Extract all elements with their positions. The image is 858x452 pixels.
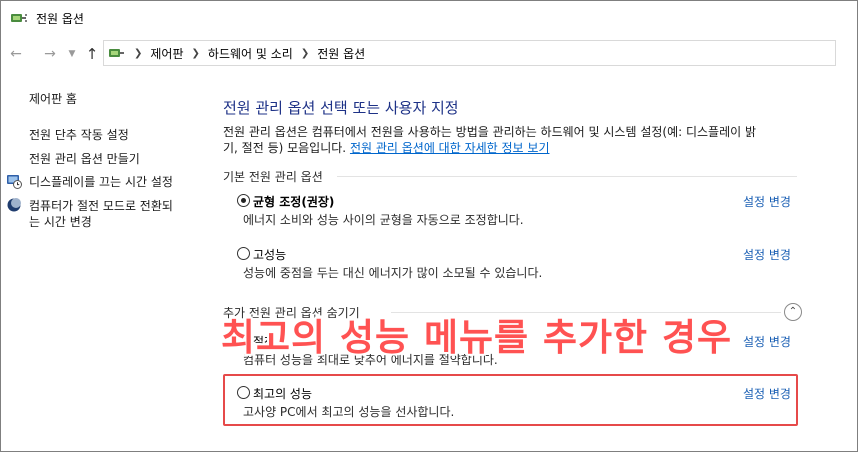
forward-arrow-icon[interactable]: → bbox=[41, 45, 59, 63]
overlay-caption: 최고의 성능 메뉴를 추가한 경우 bbox=[221, 316, 733, 359]
breadcrumb-control-panel[interactable]: 제어판 bbox=[150, 45, 183, 62]
plan-high-performance-name[interactable]: 고성능 bbox=[253, 246, 286, 263]
plan-high-performance-change-settings-link[interactable]: 설정 변경 bbox=[743, 246, 791, 263]
address-bar[interactable]: ❯ 제어판 ❯ 하드웨어 및 소리 ❯ 전원 옵션 bbox=[103, 40, 836, 66]
plan-high-performance-desc: 성능에 중점을 두는 대신 에너지가 많이 소모될 수 있습니다. bbox=[243, 266, 543, 280]
basic-plans-group-label: 기본 전원 관리 옵션 bbox=[223, 170, 323, 184]
breadcrumb-power-options[interactable]: 전원 옵션 bbox=[317, 45, 365, 62]
breadcrumb-hardware-sound[interactable]: 하드웨어 및 소리 bbox=[208, 45, 293, 62]
power-options-icon bbox=[11, 14, 27, 22]
power-options-window: 전원 옵션 ← → ▼ ↑ ❯ 제어판 ❯ 하드웨어 및 소리 ❯ 전원 옵션 … bbox=[0, 0, 858, 452]
back-arrow-icon[interactable]: ← bbox=[7, 45, 25, 63]
page-title: 전원 관리 옵션 선택 또는 사용자 지정 bbox=[223, 99, 459, 117]
description-line1: 전원 관리 옵션은 컴퓨터에서 전원을 사용하는 방법을 관리하는 하드웨어 및… bbox=[223, 125, 757, 139]
plan-high-performance-radio[interactable] bbox=[237, 247, 250, 260]
breadcrumb-separator-icon[interactable]: ❯ bbox=[301, 48, 309, 59]
moon-icon bbox=[7, 198, 21, 212]
sidebar-display-off-time[interactable]: 디스플레이를 끄는 시간 설정 bbox=[29, 173, 173, 190]
collapse-chevron-up-icon[interactable]: ⌃ bbox=[784, 303, 802, 321]
sidebar-create-power-plan[interactable]: 전원 관리 옵션 만들기 bbox=[29, 150, 140, 167]
sidebar-power-button-settings[interactable]: 전원 단추 작동 설정 bbox=[29, 126, 129, 143]
more-info-link[interactable]: 전원 관리 옵션에 대한 자세한 정보 보기 bbox=[350, 141, 550, 155]
plan-balanced-name[interactable]: 균형 조정(권장) bbox=[253, 193, 334, 210]
sidebar-sleep-time[interactable]: 컴퓨터가 절전 모드로 전환되 bbox=[29, 197, 173, 214]
plan-balanced-desc: 에너지 소비와 성능 사이의 균형을 자동으로 조정합니다. bbox=[243, 213, 524, 227]
breadcrumb-separator-icon[interactable]: ❯ bbox=[134, 48, 142, 59]
title-bar: 전원 옵션 bbox=[1, 1, 857, 35]
description-line2: 기, 절전 등) 모음입니다. bbox=[223, 141, 347, 155]
plan-balanced-radio[interactable] bbox=[237, 194, 250, 207]
window-title: 전원 옵션 bbox=[36, 11, 84, 26]
control-panel-icon bbox=[109, 49, 124, 57]
group-divider bbox=[337, 176, 797, 177]
up-arrow-icon[interactable]: ↑ bbox=[83, 45, 101, 63]
highlight-box bbox=[223, 374, 798, 426]
plan-balanced-change-settings-link[interactable]: 설정 변경 bbox=[743, 193, 791, 210]
plan-power-saver-change-settings-link[interactable]: 설정 변경 bbox=[743, 333, 791, 350]
sidebar-control-panel-home[interactable]: 제어판 홈 bbox=[29, 90, 77, 107]
page-description: 전원 관리 옵션은 컴퓨터에서 전원을 사용하는 방법을 관리하는 하드웨어 및… bbox=[223, 124, 793, 156]
recent-locations-chevron-icon[interactable]: ▼ bbox=[63, 45, 81, 63]
display-clock-icon bbox=[7, 175, 22, 189]
breadcrumb-separator-icon[interactable]: ❯ bbox=[192, 48, 200, 59]
navigation-bar: ← → ▼ ↑ ❯ 제어판 ❯ 하드웨어 및 소리 ❯ 전원 옵션 bbox=[1, 39, 857, 69]
sidebar-sleep-time-line2[interactable]: 는 시간 변경 bbox=[29, 213, 92, 230]
